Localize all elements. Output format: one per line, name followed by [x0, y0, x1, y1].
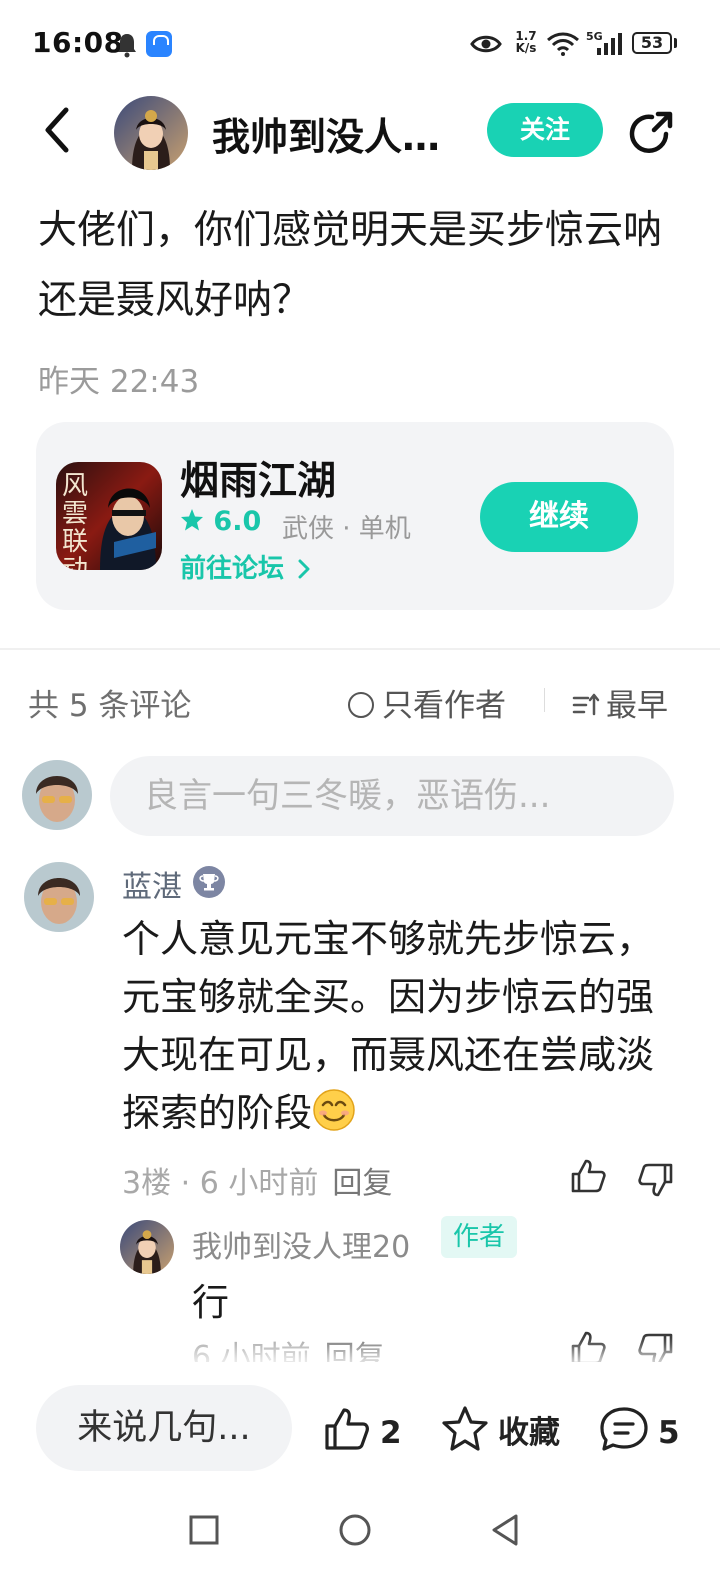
reply-button[interactable]: 回复 — [332, 1166, 392, 1201]
game-name[interactable]: 烟雨江湖 — [180, 450, 336, 506]
smile-emoji-icon — [313, 1089, 355, 1131]
section-divider — [0, 648, 720, 650]
game-icon[interactable]: 风雲 联动 — [56, 462, 162, 570]
game-icon-text: 风雲 联动 — [62, 471, 89, 570]
thumbs-up-icon[interactable] — [568, 1156, 608, 1196]
battery-indicator: 53 — [632, 32, 672, 54]
forum-link-label[interactable]: 前往论坛 — [180, 554, 284, 584]
commenter-avatar[interactable] — [24, 862, 94, 932]
chevron-right-icon — [298, 559, 310, 579]
comment-bubble-icon[interactable] — [598, 1405, 650, 1453]
game-rating-value: 6.0 — [213, 506, 262, 537]
app-notification-icon — [146, 31, 172, 57]
signal-icon — [597, 33, 622, 55]
comment-body: 个人意见元宝不够就先步惊云，元宝够就全买。因为步惊云的强大现在可见，而聂风还在尝… — [122, 917, 655, 1135]
radio-circle-icon[interactable] — [348, 692, 374, 718]
sort-icon — [572, 693, 600, 716]
star-outline-icon[interactable] — [440, 1405, 490, 1453]
game-tags: 武侠 · 单机 — [282, 514, 411, 544]
trophy-badge-icon — [193, 866, 225, 898]
continue-button[interactable]: 继续 — [480, 482, 638, 552]
home-icon[interactable] — [338, 1513, 372, 1547]
comment-floor: 3楼 — [122, 1166, 172, 1201]
author-name[interactable]: 我帅到没人理20 — [212, 106, 472, 161]
battery-tip — [674, 38, 677, 48]
star-icon — [181, 509, 203, 531]
net-speed: 1.7 K/s — [515, 29, 537, 55]
back-button[interactable] — [36, 104, 80, 156]
system-nav-bar — [0, 1480, 720, 1591]
share-icon[interactable] — [626, 108, 676, 158]
comment-time: 6 小时前 — [199, 1166, 319, 1201]
sort-toggle[interactable]: 最早 — [572, 680, 668, 725]
author-only-toggle[interactable]: 只看作者 — [348, 680, 506, 725]
say-input[interactable]: 来说几句... — [36, 1385, 292, 1471]
post-title: 大佬们，你们感觉明天是买步惊云呐还是聂风好呐？ — [38, 208, 663, 323]
reply-user-name[interactable]: 我帅到没人理20 — [192, 1222, 410, 1266]
author-only-label[interactable]: 只看作者 — [382, 688, 506, 724]
comment-count-bottom[interactable]: 5 — [658, 1415, 680, 1451]
comment-input[interactable]: 良言一句三冬暖，恶语伤... — [110, 756, 674, 836]
favorite-label[interactable]: 收藏 — [498, 1415, 560, 1451]
recent-apps-icon[interactable] — [188, 1514, 220, 1546]
sort-label[interactable]: 最早 — [606, 688, 668, 724]
author-tag: 作者 — [441, 1216, 517, 1258]
post-time: 昨天 22:43 — [38, 364, 200, 400]
favorite-action[interactable]: 收藏 — [440, 1405, 560, 1453]
like-action[interactable]: 2 — [322, 1405, 402, 1453]
comment-count: 共 5 条评论 — [28, 688, 192, 724]
wifi-icon — [547, 32, 579, 56]
back-nav-icon[interactable] — [490, 1513, 520, 1547]
eye-icon — [470, 35, 502, 53]
status-time: 16:08 — [32, 26, 124, 59]
reply-text: 行 — [192, 1281, 229, 1324]
reply-avatar[interactable] — [120, 1220, 174, 1274]
author-avatar[interactable] — [114, 96, 188, 170]
like-icon[interactable] — [322, 1405, 372, 1453]
my-avatar — [22, 760, 92, 830]
status-bar: 16:08 1.7 K/s 5G 53 — [0, 0, 720, 90]
forum-link[interactable]: 前往论坛 — [180, 548, 311, 585]
like-count[interactable]: 2 — [380, 1415, 402, 1451]
follow-button[interactable]: 关注 — [487, 103, 603, 157]
game-rating: 6.0 — [180, 506, 261, 537]
comment-text: 个人意见元宝不够就先步惊云，元宝够就全买。因为步惊云的强大现在可见，而聂风还在尝… — [122, 910, 682, 1142]
commenter-name[interactable]: 蓝湛 — [122, 862, 182, 906]
bell-icon — [118, 34, 136, 58]
comment-meta: 3楼 · 6 小时前 回复 — [122, 1166, 393, 1201]
comment-action[interactable]: 5 — [598, 1405, 680, 1453]
header-separator — [544, 688, 545, 712]
thumbs-down-icon[interactable] — [636, 1160, 676, 1200]
